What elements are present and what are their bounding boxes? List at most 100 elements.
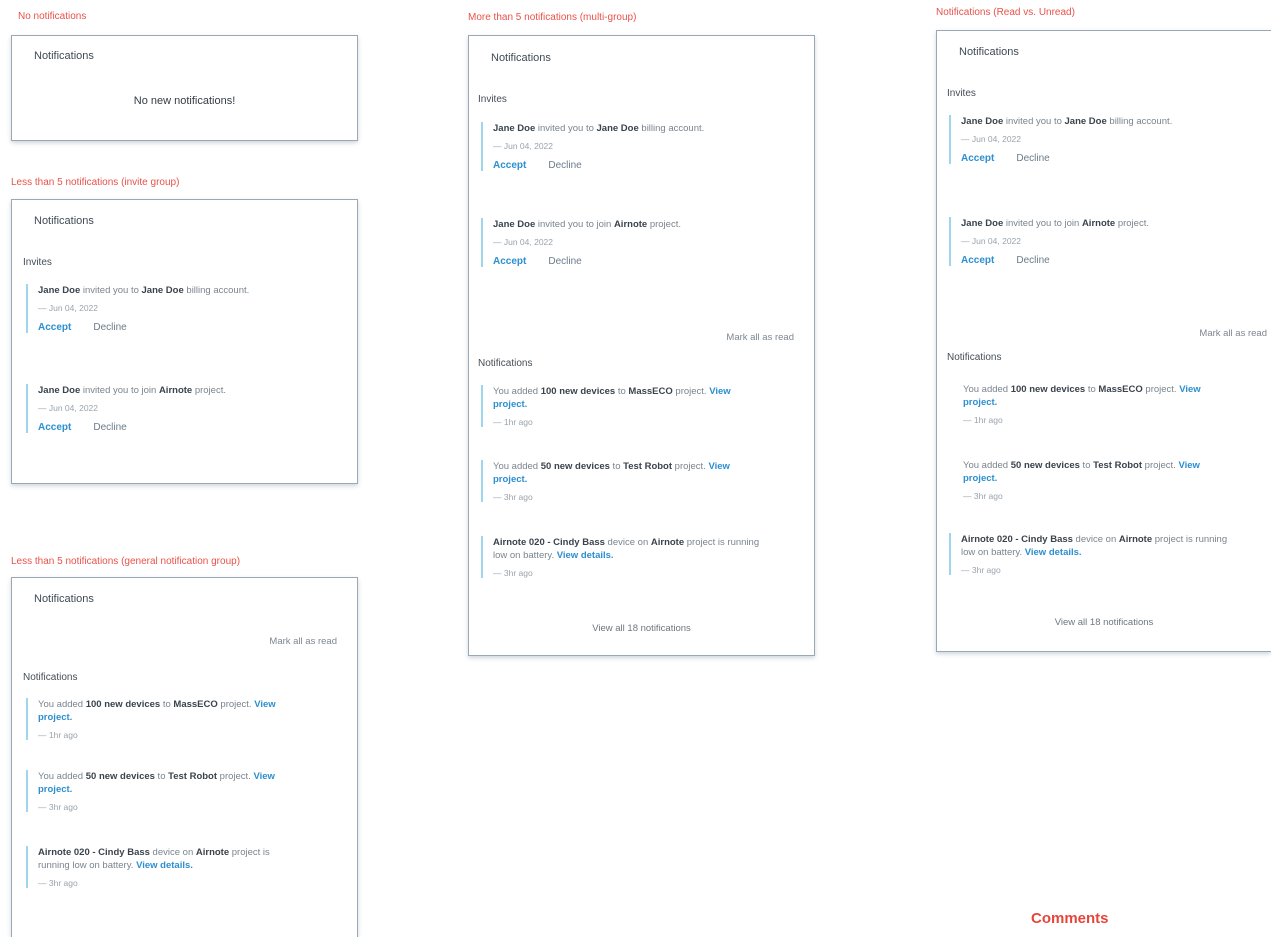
invite-item: Jane Doe invited you to Jane Doe billing… xyxy=(949,115,1211,164)
notification-item: Airnote 020 - Cindy Bass device on Airno… xyxy=(26,846,296,888)
notification-text-part: You added xyxy=(963,460,1011,471)
panel-title: Notifications xyxy=(959,46,1019,58)
notification-strong: MassECO xyxy=(1098,384,1143,395)
invite-text-part: invited you to join xyxy=(1003,218,1082,229)
accept-button[interactable]: Accept xyxy=(961,153,994,164)
notification-strong: 50 new devices xyxy=(540,461,610,472)
notification-item: You added 100 new devices to MassECO pro… xyxy=(26,698,286,740)
view-all-notifications-link[interactable]: View all 18 notifications xyxy=(469,623,814,634)
notification-text-part: project. xyxy=(1142,384,1180,395)
group-heading-invites: Invites xyxy=(23,257,52,268)
notification-text: Airnote 020 - Cindy Bass device on Airno… xyxy=(961,533,1229,559)
notification-item-read: You added 100 new devices to MassECO pro… xyxy=(951,383,1213,425)
invite-item: Jane Doe invited you to join Airnote pro… xyxy=(949,217,1211,266)
accept-button[interactable]: Accept xyxy=(38,422,71,433)
view-all-notifications-link[interactable]: View all 18 notifications xyxy=(937,617,1271,628)
notification-strong: Airnote xyxy=(650,537,685,548)
decline-button[interactable]: Decline xyxy=(548,160,581,171)
notification-strong: Airnote xyxy=(1118,534,1153,545)
section-label-less-invite: Less than 5 notifications (invite group) xyxy=(11,177,180,188)
accept-button[interactable]: Accept xyxy=(38,322,71,333)
notification-strong: MassECO xyxy=(628,386,673,397)
invite-target: Airnote xyxy=(158,385,193,396)
notification-strong: 100 new devices xyxy=(1010,384,1086,395)
invite-item: Jane Doe invited you to Jane Doe billing… xyxy=(26,284,286,333)
invite-text: Jane Doe invited you to join Airnote pro… xyxy=(961,217,1211,230)
panel-title: Notifications xyxy=(491,52,551,64)
notification-time: — 1hr ago xyxy=(38,730,78,740)
notification-strong: 50 new devices xyxy=(85,771,155,782)
notification-text: You added 50 new devices to Test Robot p… xyxy=(38,770,286,796)
section-label-read-unread: Notifications (Read vs. Unread) xyxy=(936,7,1075,18)
invite-text-part: invited you to join xyxy=(535,219,614,230)
notification-time: — 3hr ago xyxy=(961,565,1001,575)
notification-text-part: to xyxy=(1079,460,1094,471)
accept-button[interactable]: Accept xyxy=(493,160,526,171)
invite-target: Airnote xyxy=(1081,218,1116,229)
notification-time: — 1hr ago xyxy=(963,415,1003,425)
notification-time: — 3hr ago xyxy=(963,491,1003,501)
invite-item: Jane Doe invited you to join Airnote pro… xyxy=(481,218,743,267)
notification-strong: Airnote 020 - Cindy Bass xyxy=(961,534,1073,545)
notification-text-part: You added xyxy=(38,771,86,782)
notification-item: Airnote 020 - Cindy Bass device on Airno… xyxy=(481,536,761,578)
notification-text-part: to xyxy=(615,386,629,397)
decline-button[interactable]: Decline xyxy=(93,422,126,433)
notification-item-unread: Airnote 020 - Cindy Bass device on Airno… xyxy=(949,533,1229,575)
panel-title: Notifications xyxy=(34,50,94,62)
notification-item: You added 50 new devices to Test Robot p… xyxy=(481,460,743,502)
view-details-link[interactable]: View details. xyxy=(1025,547,1082,558)
invite-item: Jane Doe invited you to join Airnote pro… xyxy=(26,384,286,433)
comments-label: Comments xyxy=(1031,910,1109,927)
notification-strong: Test Robot xyxy=(1093,460,1143,471)
invite-text-part: project. xyxy=(1115,218,1149,229)
view-details-link[interactable]: View details. xyxy=(557,550,614,561)
notification-text-part: to xyxy=(160,699,174,710)
notification-text-part: project. xyxy=(672,386,710,397)
notification-text: You added 100 new devices to MassECO pro… xyxy=(493,385,743,411)
invite-time: — Jun 04, 2022 xyxy=(493,141,554,151)
invite-actions: Accept Decline xyxy=(38,422,286,433)
accept-button[interactable]: Accept xyxy=(961,255,994,266)
notification-text: You added 100 new devices to MassECO pro… xyxy=(963,383,1213,409)
decline-button[interactable]: Decline xyxy=(93,322,126,333)
notification-time: — 3hr ago xyxy=(493,492,533,502)
notification-text: You added 100 new devices to MassECO pro… xyxy=(38,698,286,724)
notification-text-part: to xyxy=(609,461,624,472)
invite-text-part: billing account. xyxy=(1106,116,1173,127)
notification-strong: Airnote xyxy=(195,847,230,858)
notification-strong: 50 new devices xyxy=(1010,460,1080,471)
group-heading-invites: Invites xyxy=(478,94,507,105)
decline-button[interactable]: Decline xyxy=(1016,153,1049,164)
notification-text-part: device on xyxy=(1072,534,1119,545)
invite-time: — Jun 04, 2022 xyxy=(493,237,554,247)
mark-all-read-link[interactable]: Mark all as read xyxy=(726,332,794,343)
mark-all-read-link[interactable]: Mark all as read xyxy=(269,636,337,647)
decline-button[interactable]: Decline xyxy=(1016,255,1049,266)
notification-text-part: device on xyxy=(604,537,651,548)
accept-button[interactable]: Accept xyxy=(493,256,526,267)
section-label-no-notifications: No notifications xyxy=(18,11,87,22)
invite-text-part: billing account. xyxy=(638,123,705,134)
invite-time: — Jun 04, 2022 xyxy=(961,134,1022,144)
notifications-panel-read-unread: Notifications Invites Jane Doe invited y… xyxy=(936,30,1271,652)
invite-actions: Accept Decline xyxy=(961,153,1211,164)
invite-actor: Jane Doe xyxy=(961,116,1004,127)
notification-text-part: You added xyxy=(38,699,86,710)
view-details-link[interactable]: View details. xyxy=(136,860,193,871)
notification-strong: Test Robot xyxy=(168,771,218,782)
invite-time: — Jun 04, 2022 xyxy=(38,303,99,313)
notification-text-part: You added xyxy=(493,386,541,397)
notification-text: Airnote 020 - Cindy Bass device on Airno… xyxy=(493,536,761,562)
notification-text-part: You added xyxy=(963,384,1011,395)
notification-strong: Airnote 020 - Cindy Bass xyxy=(493,537,605,548)
notification-text: Airnote 020 - Cindy Bass device on Airno… xyxy=(38,846,296,872)
notification-item: You added 100 new devices to MassECO pro… xyxy=(481,385,743,427)
invite-actions: Accept Decline xyxy=(493,256,743,267)
invite-actions: Accept Decline xyxy=(961,255,1211,266)
decline-button[interactable]: Decline xyxy=(548,256,581,267)
group-heading-notifications: Notifications xyxy=(23,672,78,683)
notification-text-part: device on xyxy=(149,847,196,858)
mark-all-read-link[interactable]: Mark all as read xyxy=(1199,328,1267,339)
notification-text: You added 50 new devices to Test Robot p… xyxy=(493,460,743,486)
